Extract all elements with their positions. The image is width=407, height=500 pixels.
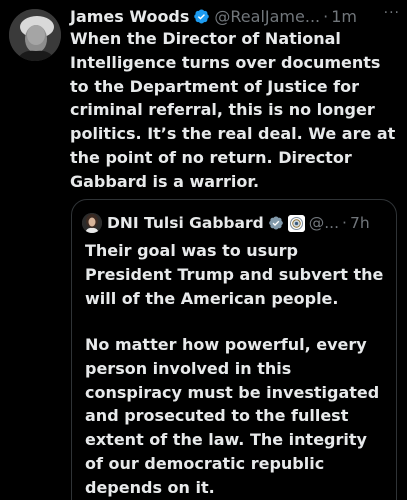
quoted-post-paragraph-1: Their goal was to usurp President Trump … bbox=[85, 241, 384, 308]
post-header: James Woods @RealJame... · 1m ··· bbox=[70, 5, 400, 27]
post-text: When the Director of National Intelligen… bbox=[70, 29, 396, 191]
author-name[interactable]: James Woods bbox=[70, 7, 189, 26]
quoted-post-timestamp[interactable]: 7h bbox=[350, 214, 370, 232]
author-handle[interactable]: @RealJame... bbox=[214, 7, 320, 26]
dot-separator: · bbox=[342, 214, 347, 232]
more-options-icon[interactable]: ··· bbox=[384, 5, 400, 21]
verified-badge-icon bbox=[268, 216, 283, 230]
quoted-post-paragraph-2: No matter how powerful, every person inv… bbox=[85, 335, 380, 497]
quoted-author-handle[interactable]: @... bbox=[309, 214, 339, 232]
government-seal-icon bbox=[287, 214, 305, 232]
post-timestamp[interactable]: 1m bbox=[331, 7, 357, 26]
quoted-author-name[interactable]: DNI Tulsi Gabbard bbox=[107, 214, 264, 232]
quoted-post-header: DNI Tulsi Gabbard @... · 7h bbox=[82, 212, 387, 234]
quoted-author-avatar-image bbox=[82, 213, 102, 233]
quoted-author-avatar[interactable] bbox=[82, 213, 102, 233]
post[interactable]: James Woods @RealJame... · 1m ··· When t… bbox=[0, 0, 407, 500]
author-avatar[interactable] bbox=[9, 9, 61, 61]
author-avatar-image bbox=[9, 9, 61, 61]
dot-separator: · bbox=[323, 6, 329, 26]
verified-badge-icon bbox=[194, 9, 210, 23]
quoted-post[interactable]: DNI Tulsi Gabbard @... · 7h Their goal w… bbox=[71, 199, 397, 500]
